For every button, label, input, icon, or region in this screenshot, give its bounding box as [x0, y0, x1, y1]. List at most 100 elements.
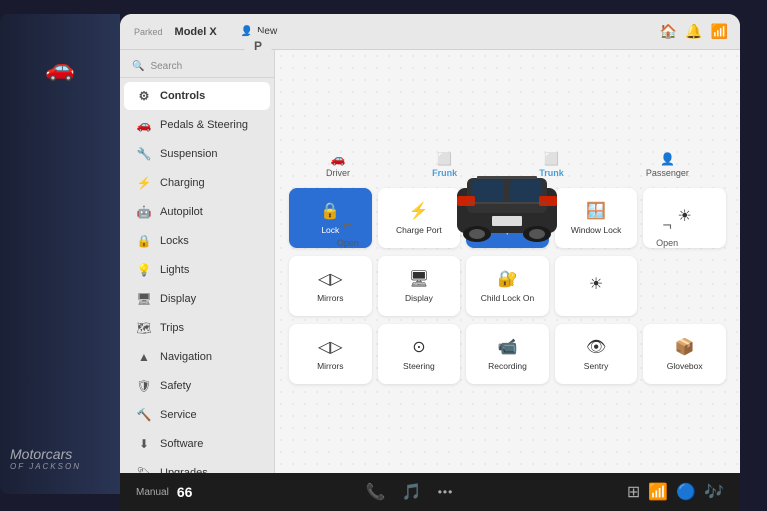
service-icon: 🔨 — [136, 408, 152, 422]
passenger-door-control[interactable]: ¬ Open — [656, 217, 678, 248]
taskbar: Manual 66 📞 🎵 ••• ⊞ 📶 🔵 🎶 — [120, 473, 740, 511]
action-grid-row3: ◁▷ Mirrors ⊙ Steering 📹 Recording 👁 Sent… — [275, 324, 740, 392]
taskbar-center: 📞 🎵 ••• — [366, 482, 453, 502]
mirror-fold-button[interactable]: ◁▷ Mirrors — [289, 256, 372, 316]
car-body-icon: 🚗 — [45, 54, 75, 83]
sidebar-item-pedals[interactable]: 🚗 Pedals & Steering — [124, 111, 270, 139]
sentry-button[interactable]: 👁 Sentry — [555, 324, 638, 384]
sidebar-item-locks[interactable]: 🔒 Locks — [124, 227, 270, 255]
charging-icon: ⚡ — [136, 176, 152, 190]
car-image — [442, 158, 572, 248]
autopilot-label: Autopilot — [160, 206, 203, 218]
mirrors-label: Mirrors — [317, 361, 343, 371]
software-label: Software — [160, 438, 203, 450]
navigation-icon: ▲ — [136, 350, 152, 364]
sidebar-item-service[interactable]: 🔨 Service — [124, 401, 270, 429]
safety-label: Safety — [160, 380, 191, 392]
driver-door-label: Open — [337, 238, 359, 248]
empty-slot — [643, 256, 726, 316]
parked-status: Parked — [134, 27, 163, 37]
main-panel: ⌐ Open — [275, 50, 740, 494]
wifi-icon: 📶 — [648, 482, 668, 502]
watermark: Motorcars OF JACKSON — [10, 446, 81, 471]
search-label: Search — [150, 61, 182, 72]
sidebar-item-display[interactable]: 🖥 Display — [124, 285, 270, 313]
mirrors-button[interactable]: ◁▷ Mirrors — [289, 324, 372, 384]
gear-label: Manual — [136, 487, 169, 498]
lights-label: Lights — [160, 264, 189, 276]
trips-label: Trips — [160, 322, 184, 334]
music2-icon[interactable]: 🎶 — [704, 482, 724, 502]
content-area: 🔍 Search ⚙ Controls 🚗 Pedals & Steering … — [120, 50, 740, 494]
glovebox-label: Glovebox — [667, 361, 703, 371]
search-bar[interactable]: 🔍 Search — [120, 56, 274, 78]
sentry-label: Sentry — [584, 361, 609, 371]
child-lock-label: Child Lock On — [481, 293, 534, 303]
sidebar-item-navigation[interactable]: ▲ Navigation — [124, 343, 270, 371]
controls-label: Controls — [160, 90, 205, 102]
mirrors-icon: ◁▷ — [318, 337, 343, 357]
suspension-label: Suspension — [160, 148, 218, 160]
grid-icon[interactable]: ⊞ — [627, 482, 640, 502]
trips-icon: 🗺 — [136, 321, 152, 335]
navigation-label: Navigation — [160, 351, 212, 363]
model-label: Model X — [175, 26, 217, 38]
controls-icon: ⚙ — [136, 89, 152, 103]
phone-icon[interactable]: 📞 — [366, 482, 386, 502]
bluetooth-icon[interactable]: 🔵 — [676, 482, 696, 502]
mirror-fold-label: Mirrors — [317, 293, 343, 303]
passenger-door-icon: ¬ — [662, 217, 671, 235]
recording-icon: 📹 — [498, 337, 518, 357]
steering-icon: ⊙ — [412, 337, 425, 357]
main-screen: P Parked Model X 👤 New 🏠 🔔 📶 🔍 Search ⚙ … — [120, 14, 740, 494]
sidebar-item-software[interactable]: ⬇ Software — [124, 430, 270, 458]
header-icons: 🏠 🔔 📶 — [660, 23, 728, 40]
left-panel: 🚗 — [0, 14, 120, 494]
sidebar-item-trips[interactable]: 🗺 Trips — [124, 314, 270, 342]
mirror-fold-icon: ◁▷ — [318, 269, 343, 289]
display-icon: 🖥 — [136, 292, 152, 306]
glovebox-button[interactable]: 📦 Glovebox — [643, 324, 726, 384]
bell-icon[interactable]: 🔔 — [685, 23, 702, 40]
home-icon[interactable]: 🏠 — [660, 23, 677, 40]
watermark-line1: Motorcars — [10, 446, 81, 462]
child-lock-button[interactable]: 🔐 Child Lock On — [466, 256, 549, 316]
main-content: ⌐ Open — [275, 150, 740, 494]
steering-label: Steering — [403, 361, 435, 371]
charging-label: Charging — [160, 177, 205, 189]
driver-door-control[interactable]: ⌐ Open — [337, 217, 359, 248]
sidebar-item-charging[interactable]: ⚡ Charging — [124, 169, 270, 197]
glovebox-icon: 📦 — [675, 337, 695, 357]
sun-button-2[interactable]: ☀ — [555, 256, 638, 316]
park-indicator: P — [244, 32, 272, 60]
dots-icon[interactable]: ••• — [438, 485, 454, 499]
signal-icon: 📶 — [711, 23, 728, 40]
sentry-icon: 👁 — [586, 337, 606, 357]
sidebar-item-controls[interactable]: ⚙ Controls — [124, 82, 270, 110]
sidebar-item-autopilot[interactable]: 🤖 Autopilot — [124, 198, 270, 226]
suspension-icon: 🔧 — [136, 147, 152, 161]
pedals-icon: 🚗 — [136, 118, 152, 132]
watermark-line2: OF JACKSON — [10, 462, 81, 471]
music-icon[interactable]: 🎵 — [402, 482, 422, 502]
software-icon: ⬇ — [136, 437, 152, 451]
lights-icon: 💡 — [136, 263, 152, 277]
pedals-label: Pedals & Steering — [160, 119, 248, 131]
sun-icon-2: ☀ — [589, 274, 603, 294]
sidebar-item-lights[interactable]: 💡 Lights — [124, 256, 270, 284]
speed-display: 66 — [177, 484, 193, 500]
recording-button[interactable]: 📹 Recording — [466, 324, 549, 384]
passenger-door-label: Open — [656, 238, 678, 248]
safety-icon: 🛡 — [136, 379, 152, 393]
sidebar-item-suspension[interactable]: 🔧 Suspension — [124, 140, 270, 168]
autopilot-icon: 🤖 — [136, 205, 152, 219]
steering-button[interactable]: ⊙ Steering — [378, 324, 461, 384]
display-btn-label: Display — [405, 293, 433, 303]
sidebar: 🔍 Search ⚙ Controls 🚗 Pedals & Steering … — [120, 50, 275, 494]
display-btn-icon: 🖥 — [409, 269, 429, 289]
locks-label: Locks — [160, 235, 189, 247]
header: P Parked Model X 👤 New 🏠 🔔 📶 — [120, 14, 740, 50]
sidebar-item-safety[interactable]: 🛡 Safety — [124, 372, 270, 400]
display-button[interactable]: 🖥 Display — [378, 256, 461, 316]
display-label: Display — [160, 293, 196, 305]
